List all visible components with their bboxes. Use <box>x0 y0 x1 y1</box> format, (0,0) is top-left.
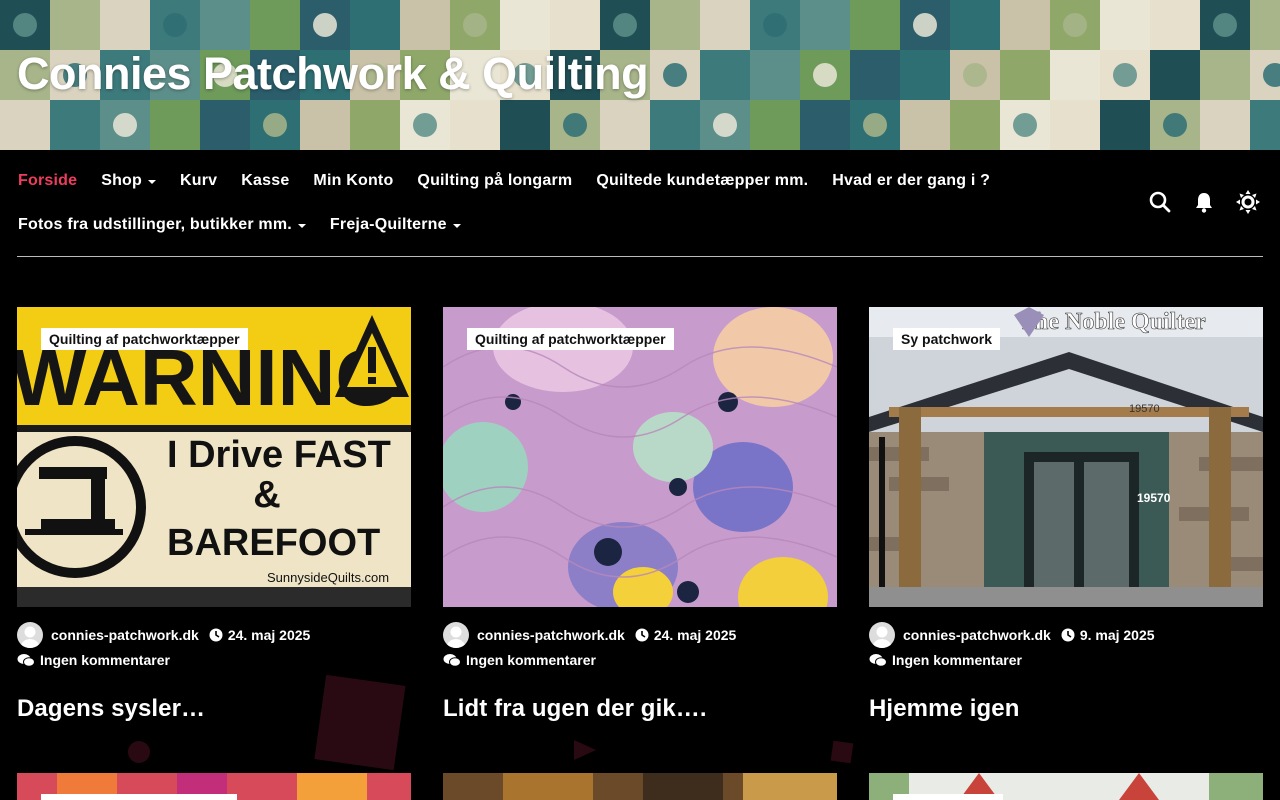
post-thumbnail-next[interactable] <box>443 773 837 800</box>
post-author[interactable]: connies-patchwork.dk <box>477 627 625 643</box>
post-title[interactable]: Hjemme igen <box>869 695 1263 723</box>
post-thumbnail[interactable]: WARNING I Drive FAST & BAREFOOT Sunnysid… <box>17 307 411 607</box>
store-sign-text: The Noble Quilter <box>1019 309 1206 335</box>
nav-actions <box>1128 190 1260 214</box>
art-quilt-image <box>443 773 837 800</box>
comments-icon <box>17 653 35 667</box>
nav-divider <box>17 256 1263 257</box>
post-card: The Noble Quilter 19570 19570 Sy patchwo… <box>869 307 1263 723</box>
post-date[interactable]: 9. maj 2025 <box>1080 627 1155 643</box>
post-author[interactable]: connies-patchwork.dk <box>903 627 1051 643</box>
nav-item-hvad-er-der-gang-i[interactable]: Hvad er der gang i ? <box>832 170 990 192</box>
post-thumbnail-next[interactable] <box>17 773 411 800</box>
category-badge[interactable]: Quilting af patchworktæpper <box>467 328 674 350</box>
nav-row-primary: Forside Shop Kurv Kasse Min Konto Quilti… <box>18 170 1014 192</box>
nav-item-min-konto[interactable]: Min Konto <box>313 170 393 192</box>
header-banner: Connies Patchwork & Quilting <box>0 0 1280 150</box>
post-title[interactable]: Dagens sysler… <box>17 695 411 723</box>
quilted-fabric-image <box>443 307 837 607</box>
avatar <box>443 622 469 648</box>
decorative-circle <box>128 741 150 763</box>
nav-item-freja-quilterne[interactable]: Freja-Quilterne <box>330 214 461 236</box>
post-date[interactable]: 24. maj 2025 <box>654 627 737 643</box>
main-navigation <box>0 150 1280 257</box>
post-thumbnail[interactable]: Quilting af patchworktæpper <box>443 307 837 607</box>
post-meta: connies-patchwork.dk 9. maj 2025 <box>869 622 1263 648</box>
comments-count[interactable]: Ingen kommentarer <box>40 652 170 668</box>
post-comments: Ingen kommentarer <box>443 650 837 670</box>
post-card: WARNING I Drive FAST & BAREFOOT Sunnysid… <box>17 307 411 723</box>
nav-item-quilting-longarm[interactable]: Quilting på longarm <box>417 170 572 192</box>
storefront-image: The Noble Quilter 19570 19570 <box>869 307 1263 607</box>
caret-down-icon <box>148 180 156 184</box>
sign-line-1: I Drive FAST <box>167 434 391 476</box>
post-author[interactable]: connies-patchwork.dk <box>51 627 199 643</box>
clock-icon <box>635 628 649 642</box>
sign-line-3: BAREFOOT <box>167 522 380 564</box>
category-badge[interactable]: Quilting af patchworktæpper <box>41 328 248 350</box>
post-meta: connies-patchwork.dk 24. maj 2025 <box>17 622 411 648</box>
clock-icon <box>209 628 223 642</box>
store-number: 19570 <box>1137 491 1171 505</box>
comments-icon <box>443 653 461 667</box>
sign-url: SunnysideQuilts.com <box>267 570 389 585</box>
post-card: Quilting af patchworktæpper connies-patc… <box>443 307 837 723</box>
colorful-quilt-image <box>17 773 411 800</box>
category-badge[interactable]: Sy patchwork <box>893 328 1001 350</box>
nav-item-fotos[interactable]: Fotos fra udstillinger, butikker mm. <box>18 214 306 236</box>
block-quilt-image <box>869 773 1263 800</box>
comments-icon <box>869 653 887 667</box>
post-thumbnail-next[interactable] <box>869 773 1263 800</box>
decorative-triangle <box>574 740 596 760</box>
bell-icon[interactable] <box>1192 190 1216 214</box>
site-title[interactable]: Connies Patchwork & Quilting <box>17 48 649 100</box>
search-icon[interactable] <box>1148 190 1172 214</box>
avatar <box>869 622 895 648</box>
post-date[interactable]: 24. maj 2025 <box>228 627 311 643</box>
comments-count[interactable]: Ingen kommentarer <box>892 652 1022 668</box>
warning-sign-image: WARNING I Drive FAST & BAREFOOT Sunnysid… <box>17 307 411 607</box>
sun-icon[interactable] <box>1236 190 1260 214</box>
nav-row-secondary: Fotos fra udstillinger, butikker mm. Fre… <box>18 214 485 236</box>
comments-count[interactable]: Ingen kommentarer <box>466 652 596 668</box>
nav-item-forside[interactable]: Forside <box>18 170 77 192</box>
clock-icon <box>1061 628 1075 642</box>
post-title[interactable]: Lidt fra ugen der gik…. <box>443 695 837 723</box>
store-number-upper: 19570 <box>1129 403 1160 415</box>
nav-item-shop[interactable]: Shop <box>101 170 156 192</box>
post-comments: Ingen kommentarer <box>17 650 411 670</box>
caret-down-icon <box>452 224 461 228</box>
nav-item-kasse[interactable]: Kasse <box>241 170 289 192</box>
avatar <box>17 622 43 648</box>
nav-item-kundetaepper[interactable]: Quiltede kundetæpper mm. <box>596 170 808 192</box>
post-comments: Ingen kommentarer <box>869 650 1263 670</box>
sign-line-2: & <box>253 474 280 516</box>
nav-item-kurv[interactable]: Kurv <box>180 170 217 192</box>
decorative-square <box>830 740 854 764</box>
post-meta: connies-patchwork.dk 24. maj 2025 <box>443 622 837 648</box>
caret-down-icon <box>297 224 306 228</box>
post-thumbnail[interactable]: The Noble Quilter 19570 19570 Sy patchwo… <box>869 307 1263 607</box>
